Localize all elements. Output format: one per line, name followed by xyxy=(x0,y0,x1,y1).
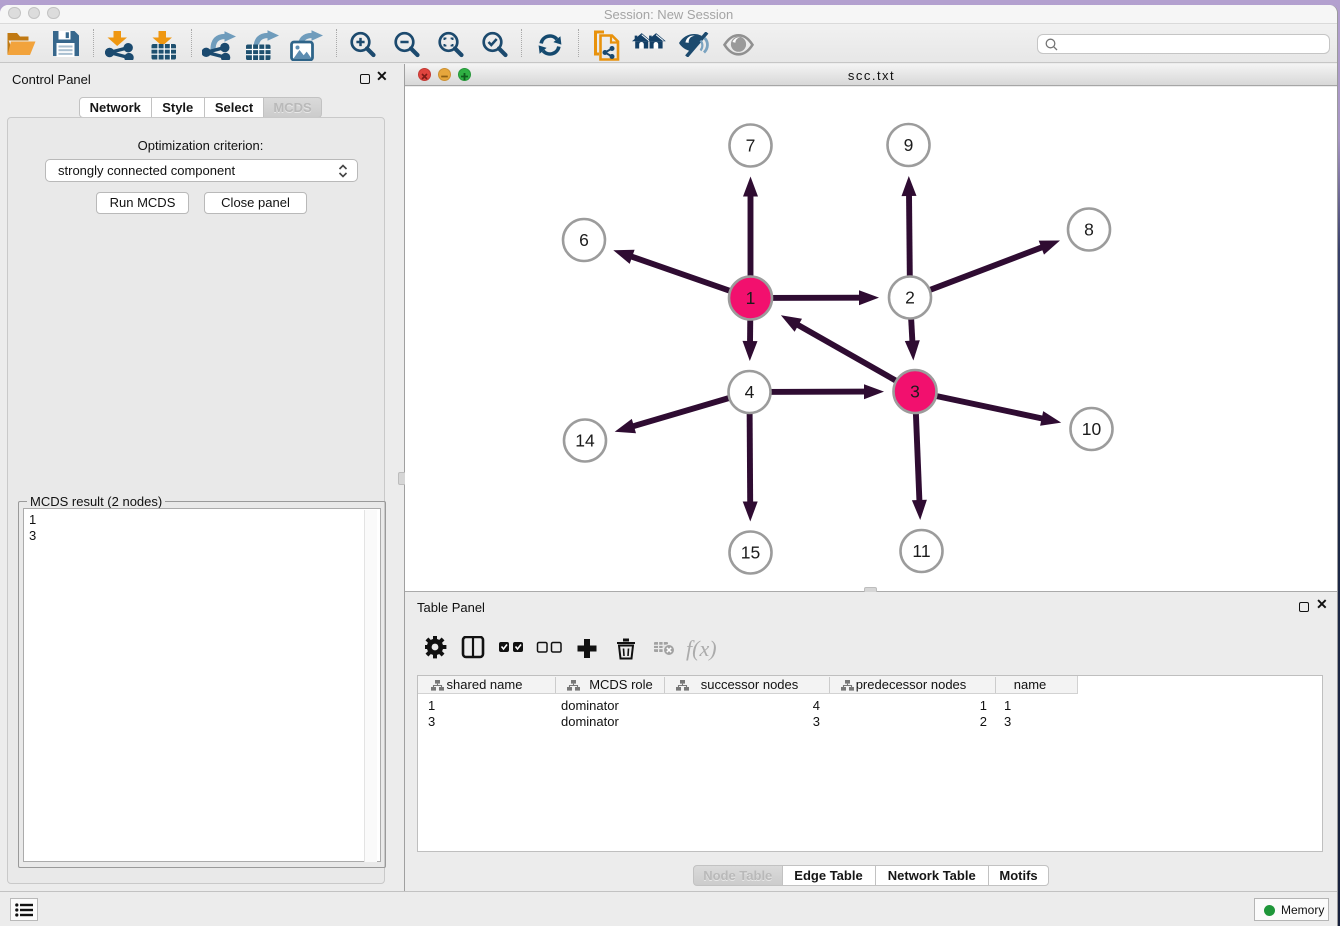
svg-text:4: 4 xyxy=(745,382,755,402)
svg-text:7: 7 xyxy=(746,136,756,156)
svg-text:9: 9 xyxy=(904,135,914,155)
svg-text:2: 2 xyxy=(905,288,915,308)
svg-text:f(x): f(x) xyxy=(686,636,717,661)
svg-text:3: 3 xyxy=(910,382,920,402)
svg-text:1: 1 xyxy=(746,288,756,308)
svg-text:14: 14 xyxy=(575,431,595,451)
svg-text:8: 8 xyxy=(1084,220,1094,240)
svg-text:11: 11 xyxy=(912,541,930,561)
svg-text:6: 6 xyxy=(579,230,589,250)
svg-text:10: 10 xyxy=(1082,419,1102,439)
svg-text:15: 15 xyxy=(741,543,760,563)
